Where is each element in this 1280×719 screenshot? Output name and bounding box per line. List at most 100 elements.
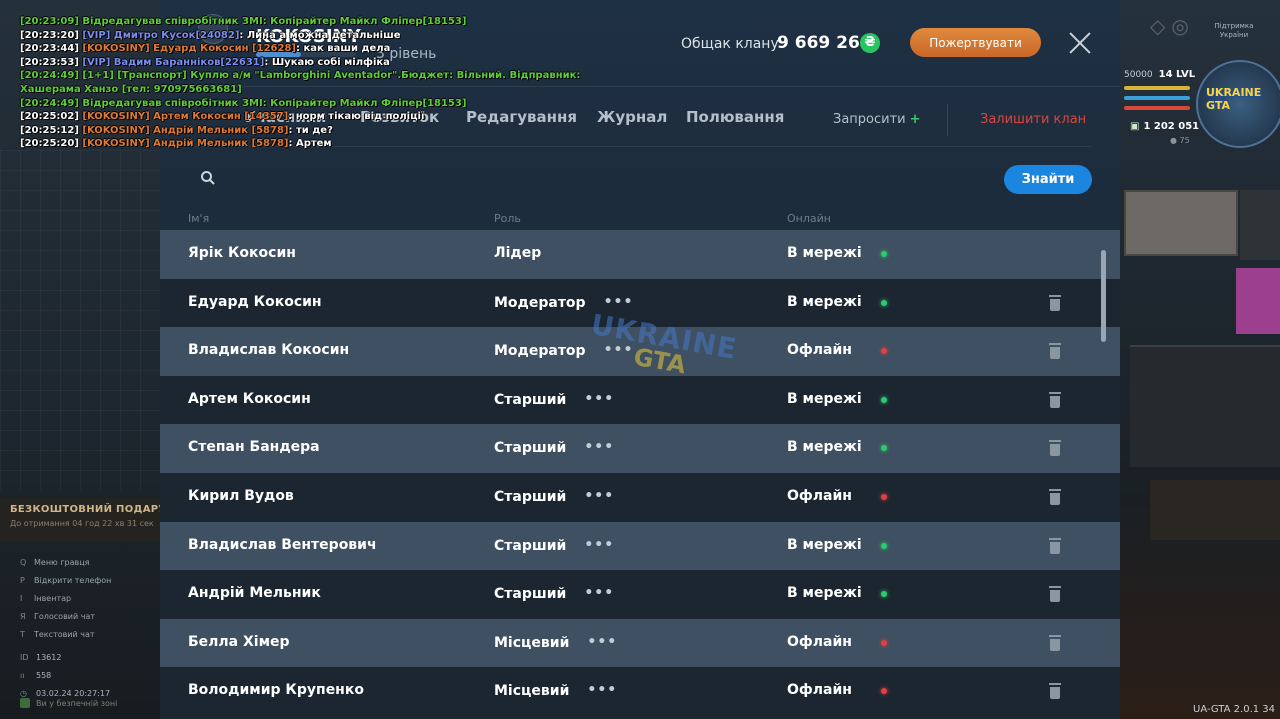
- table-row[interactable]: Степан Бандера Старший ••• В мережі: [160, 424, 1120, 473]
- hud-status-icons: ◇◎: [1150, 14, 1195, 38]
- more-options-icon[interactable]: •••: [584, 537, 614, 553]
- find-button[interactable]: Знайти: [1004, 165, 1092, 194]
- table-row[interactable]: Едуард Кокосин Модератор ••• В мережі: [160, 278, 1120, 328]
- chat-segment: [KOKOSINY] Андрій Мельник [5878]: [82, 124, 289, 136]
- id-icon: ID: [20, 652, 29, 662]
- table-row[interactable]: Белла Хімер Місцевий ••• Офлайн: [160, 618, 1120, 668]
- chat-line: [20:23:44] [KOKOSINY] Едуард Кокосин [12…: [20, 42, 560, 56]
- chat-segment: [20:25:20]: [20, 138, 83, 150]
- trash-icon[interactable]: [1049, 391, 1061, 408]
- more-options-icon[interactable]: •••: [604, 294, 634, 310]
- leave-clan-button[interactable]: Залишити клан: [980, 112, 1086, 127]
- trash-icon[interactable]: [1049, 440, 1061, 457]
- member-status: В мережі: [787, 585, 862, 602]
- member-list: Ярік Кокосин Лідер В мережі Едуард Кокосин М…: [160, 230, 1120, 719]
- status-dot-icon: [881, 639, 887, 646]
- close-icon[interactable]: [1065, 28, 1095, 58]
- more-options-icon[interactable]: •••: [584, 391, 614, 407]
- status-dot-icon: [881, 396, 887, 403]
- member-status: В мережі: [787, 439, 862, 456]
- background-screen: [1236, 268, 1280, 334]
- key-label: Q: [20, 557, 27, 567]
- chat-segment: : Шукаю собі мілфіка: [264, 56, 390, 68]
- invite-button[interactable]: Запросити +: [833, 112, 921, 127]
- clock-icon: ◷: [20, 688, 27, 698]
- chat-segment: [20:23:44]: [20, 43, 83, 55]
- hint-label: Текстовий чат: [34, 629, 95, 639]
- free-gift-panel[interactable]: БЕЗКОШТОВНИЙ ПОДАРУНОК До отримання 04 г…: [0, 498, 192, 542]
- background-console: [1130, 345, 1280, 467]
- table-row[interactable]: Владислав Вентерович Старший ••• В мережі: [160, 521, 1120, 571]
- table-row[interactable]: Владислав Кокосин Модератор ••• Офлайн: [160, 327, 1120, 376]
- plus-icon: +: [909, 112, 921, 127]
- table-row[interactable]: Артем Кокосин Старший ••• В мережі: [160, 375, 1120, 425]
- column-header-online: Онлайн: [787, 212, 831, 225]
- table-row[interactable]: Кирил Вудов Старший ••• Офлайн: [160, 472, 1120, 522]
- member-status: В мережі: [787, 536, 862, 553]
- chat-segment: [VIP] Вадим Баранніков[22631]: [82, 56, 265, 68]
- trash-icon[interactable]: [1049, 294, 1061, 311]
- coin-icon: ●: [1170, 136, 1180, 145]
- background-grid: [0, 150, 160, 490]
- chat-line: [20:23:09] Відредагував співробітник ЗМІ…: [20, 15, 560, 29]
- hint-label: Меню гравця: [34, 557, 90, 567]
- column-header-name: Ім'я: [188, 212, 210, 225]
- scrollbar[interactable]: [1101, 250, 1106, 342]
- member-role: Модератор •••: [494, 342, 634, 360]
- chat-segment: [20:25:02]: [20, 111, 83, 123]
- shield-icon: [20, 698, 30, 708]
- more-options-icon[interactable]: •••: [584, 585, 614, 601]
- key-hint: P Відкрити телефон: [20, 571, 160, 589]
- online-players: ıı 558: [20, 670, 52, 680]
- table-row[interactable]: Володимир Крупенко Місцевий ••• Офлайн: [160, 667, 1120, 716]
- member-status: Офлайн: [787, 682, 852, 699]
- cash-icon: ▣: [1130, 121, 1140, 132]
- member-role: Старший •••: [494, 390, 615, 408]
- chat-segment: [20:23:09] Відредагував співробітник ЗМІ…: [20, 16, 467, 27]
- background-building: [1124, 190, 1238, 256]
- member-role: Лідер: [494, 245, 542, 261]
- tab-hunting[interactable]: Полювання: [686, 108, 784, 126]
- member-name: Белла Хімер: [188, 633, 290, 650]
- clan-balance-value: 9 669 260: [777, 33, 872, 53]
- member-name: Володимир Крупенко: [188, 682, 364, 699]
- trash-icon[interactable]: [1049, 634, 1061, 651]
- key-hint: T Текстовий чат: [20, 625, 160, 643]
- member-status: Офлайн: [787, 487, 852, 504]
- status-dot-icon: [881, 542, 887, 549]
- table-row[interactable]: Андрій Мельник Старший ••• В мережі: [160, 570, 1120, 619]
- table-row[interactable]: Ярік Кокосин Лідер В мережі: [160, 230, 1120, 279]
- member-name: Степан Бандера: [188, 439, 320, 456]
- trash-icon[interactable]: [1049, 586, 1061, 603]
- hint-label: Голосовий чат: [34, 611, 96, 621]
- more-options-icon[interactable]: •••: [604, 342, 634, 358]
- trash-icon[interactable]: [1049, 488, 1061, 505]
- hud-level: 50000 14 LVL: [1124, 69, 1196, 80]
- search-input[interactable]: [222, 166, 926, 194]
- player-id: ID 13612: [20, 652, 62, 662]
- member-name: Едуард Кокосин: [188, 293, 322, 310]
- member-name: Андрій Мельник: [188, 585, 321, 602]
- tab-journal[interactable]: Журнал: [597, 108, 667, 126]
- trash-icon[interactable]: [1049, 683, 1061, 700]
- chat-segment: [20:24:49] Відредагував співробітник ЗМІ…: [20, 97, 467, 109]
- trash-icon[interactable]: [1049, 343, 1061, 360]
- chat-line: [20:24:49] Відредагував співробітник ЗМІ…: [20, 97, 560, 111]
- signal-icon: ıı: [20, 670, 25, 680]
- more-options-icon[interactable]: •••: [584, 488, 614, 504]
- minimap-logo: UKRAINE GTA: [1206, 86, 1262, 112]
- member-status: Офлайн: [787, 633, 852, 650]
- chat-segment: [KOKOSINY] Андрій Мельник [5878]: [82, 138, 289, 150]
- hud-money: ▣ 1 202 051: [1130, 121, 1200, 132]
- more-options-icon[interactable]: •••: [584, 439, 614, 455]
- donate-button[interactable]: Пожертвувати: [910, 28, 1041, 57]
- more-options-icon[interactable]: •••: [587, 634, 617, 650]
- trash-icon[interactable]: [1049, 537, 1061, 554]
- background-console: [1150, 480, 1280, 540]
- player-stats: ID 13612 ıı 558 ◷ 03.02.24 20:27:17: [20, 648, 160, 702]
- chat-segment: Хашерама Ханзо [тел: 970975663681]: [20, 83, 242, 95]
- status-dot-icon: [881, 688, 887, 695]
- member-role: Місцевий •••: [494, 682, 618, 700]
- divider: [947, 104, 948, 136]
- more-options-icon[interactable]: •••: [587, 682, 617, 698]
